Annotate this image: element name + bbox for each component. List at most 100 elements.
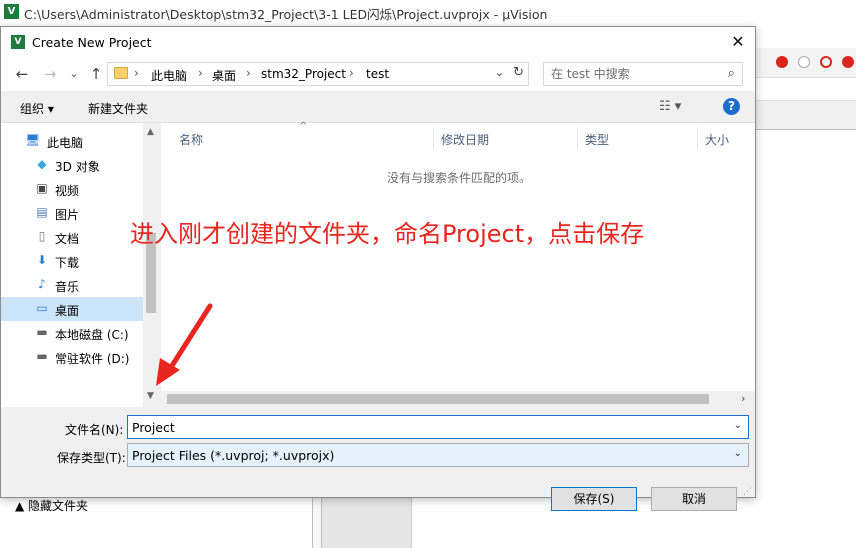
save-button[interactable]: 保存(S) [551, 487, 637, 511]
navigation-pane: 🖥 此电脑 ◆ 3D 对象 ▣ 视频 ▤ 图片 ▯ 文档 ⬇ 下载 ♪ 音乐 ▭ [1, 123, 159, 407]
column-divider[interactable] [433, 127, 434, 149]
column-divider[interactable] [577, 127, 578, 149]
sidebar-item-label: 音乐 [55, 280, 80, 294]
address-bar[interactable]: › 此电脑 › 桌面 › stm32_Project › test ⌄ ↻ [107, 62, 529, 86]
scroll-down-icon[interactable]: ▼ [147, 391, 154, 401]
view-options-icon[interactable]: ☷ ▾ [659, 99, 681, 114]
uvision-toolbar [754, 48, 856, 78]
hide-folders-button[interactable]: ▲ 隐藏文件夹 [15, 497, 88, 514]
sidebar-item-label: 视频 [55, 184, 80, 198]
sidebar-item-label: 本地磁盘 (C:) [55, 328, 129, 342]
sidebar-item-label: 3D 对象 [55, 160, 100, 174]
scroll-up-icon[interactable]: ▲ [147, 127, 154, 137]
filename-label: 文件名(N): [65, 423, 124, 437]
scroll-right-icon[interactable]: › [741, 392, 745, 405]
uvision-splitter [312, 498, 322, 548]
command-bar: 组织 ▾ 新建文件夹 ☷ ▾ ? [1, 91, 755, 123]
chevron-right-icon: › [246, 66, 251, 80]
video-icon: ▣ [36, 181, 48, 195]
empty-message: 没有与搜索条件匹配的项。 [387, 171, 532, 185]
resize-grip-icon[interactable]: ⋰ [743, 487, 752, 497]
sidebar-item-label: 下载 [55, 256, 80, 270]
sidebar-item-downloads[interactable]: ⬇ 下载 [1, 249, 143, 273]
up-arrow-icon[interactable]: ↑ [87, 65, 105, 83]
dialog-titlebar: V Create New Project ✕ [1, 27, 755, 57]
column-header-modified[interactable]: 修改日期 [441, 131, 489, 148]
uvision-dialog-icon: V [11, 35, 25, 49]
help-icon[interactable]: ? [723, 98, 740, 115]
sidebar-item-videos[interactable]: ▣ 视频 [1, 177, 143, 201]
sort-arrow-icon: ^ [299, 121, 308, 132]
file-list[interactable]: ^ 名称 修改日期 类型 大小 没有与搜索条件匹配的项。 › [161, 121, 755, 407]
breadcrumb-test[interactable]: test [366, 67, 389, 81]
drive-icon: ▬ [36, 325, 48, 339]
folder-icon [114, 67, 128, 79]
filename-combobox[interactable]: ⌄ [127, 415, 749, 439]
scrollbar-thumb[interactable] [167, 394, 709, 404]
chevron-right-icon: › [134, 66, 139, 80]
filename-input[interactable] [128, 416, 726, 438]
chevron-down-icon[interactable]: ⌄ [734, 448, 742, 459]
pictures-icon: ▤ [36, 205, 48, 219]
instruction-annotation: 进入刚才创建的文件夹，命名Project，点击保存 [130, 220, 645, 248]
sidebar-item-label: 图片 [55, 208, 80, 222]
column-header-name[interactable]: 名称 [179, 131, 203, 148]
breakpoint-icon[interactable] [776, 56, 788, 68]
app-title: C:\Users\Administrator\Desktop\stm32_Pro… [24, 7, 548, 22]
column-divider[interactable] [697, 127, 698, 149]
filetype-value: Project Files (*.uvproj; *.uvprojx) [132, 448, 335, 463]
sidebar-item-documents[interactable]: ▯ 文档 [1, 225, 143, 249]
close-icon[interactable]: ✕ [725, 31, 751, 53]
column-header-type[interactable]: 类型 [585, 131, 609, 148]
search-input[interactable] [544, 63, 714, 85]
recent-locations-icon[interactable]: ⌄ [65, 65, 83, 83]
search-box[interactable]: ⌕ [543, 62, 743, 86]
sidebar-item-drive-c[interactable]: ▬ 本地磁盘 (C:) [1, 321, 143, 345]
disable-breakpoint-icon[interactable] [798, 56, 810, 68]
chevron-down-icon[interactable]: ⌄ [734, 420, 742, 431]
clear-breakpoints-icon[interactable] [842, 56, 854, 68]
new-folder-button[interactable]: 新建文件夹 [88, 100, 148, 117]
drive-icon: ▬ [36, 349, 48, 363]
sidebar-item-label: 桌面 [55, 304, 80, 318]
sidebar-item-music[interactable]: ♪ 音乐 [1, 273, 143, 297]
back-arrow-icon[interactable]: ← [13, 65, 31, 83]
computer-icon: 🖥 [25, 133, 41, 147]
download-icon: ⬇ [36, 253, 48, 267]
column-header-size[interactable]: 大小 [705, 131, 729, 148]
search-icon[interactable]: ⌕ [728, 66, 735, 81]
filetype-select[interactable]: Project Files (*.uvproj; *.uvprojx) ⌄ [127, 443, 749, 467]
sidebar-item-this-pc[interactable]: 🖥 此电脑 [1, 129, 143, 153]
chevron-down-icon[interactable]: ⌄ [495, 66, 504, 79]
desktop-icon: ▭ [36, 301, 48, 315]
breadcrumb-stm32-project[interactable]: stm32_Project [261, 67, 346, 81]
sidebar-item-label: 文档 [55, 232, 80, 246]
sidebar-item-label: 常驻软件 (D:) [55, 352, 130, 366]
sidebar-item-label: 此电脑 [47, 136, 84, 150]
dialog-title: Create New Project [32, 35, 152, 50]
forward-arrow-icon[interactable]: → [41, 65, 59, 83]
chevron-right-icon: › [198, 66, 203, 80]
refresh-icon[interactable]: ↻ [513, 65, 524, 80]
sidebar-item-pictures[interactable]: ▤ 图片 [1, 201, 143, 225]
red-arrow-icon [156, 303, 213, 386]
kill-breakpoint-icon[interactable] [820, 56, 832, 68]
organize-menu-button[interactable]: 组织 ▾ [20, 100, 54, 117]
save-form: 文件名(N): ⌄ 保存类型(T): Project Files (*.uvpr… [1, 407, 755, 513]
sidebar-item-3d-objects[interactable]: ◆ 3D 对象 [1, 153, 143, 177]
uvision-pane [322, 498, 412, 548]
uvision-logo-icon: V [4, 4, 19, 19]
cancel-button[interactable]: 取消 [651, 487, 737, 511]
sidebar-item-drive-d[interactable]: ▬ 常驻软件 (D:) [1, 345, 143, 369]
documents-icon: ▯ [38, 229, 46, 243]
app-titlebar: V C:\Users\Administrator\Desktop\stm32_P… [0, 0, 856, 24]
breadcrumb-this-pc[interactable]: 此电脑 [151, 67, 187, 84]
navigation-bar: ← → ⌄ ↑ › 此电脑 › 桌面 › stm32_Project › tes… [1, 57, 755, 91]
breadcrumb-desktop[interactable]: 桌面 [212, 67, 236, 84]
uvision-panel [754, 100, 856, 130]
chevron-right-icon: › [349, 66, 354, 80]
sidebar-item-desktop[interactable]: ▭ 桌面 [1, 297, 143, 321]
music-icon: ♪ [38, 277, 46, 291]
create-project-dialog: V Create New Project ✕ ← → ⌄ ↑ › 此电脑 › 桌… [0, 26, 756, 513]
horizontal-scrollbar[interactable]: › [161, 391, 755, 407]
